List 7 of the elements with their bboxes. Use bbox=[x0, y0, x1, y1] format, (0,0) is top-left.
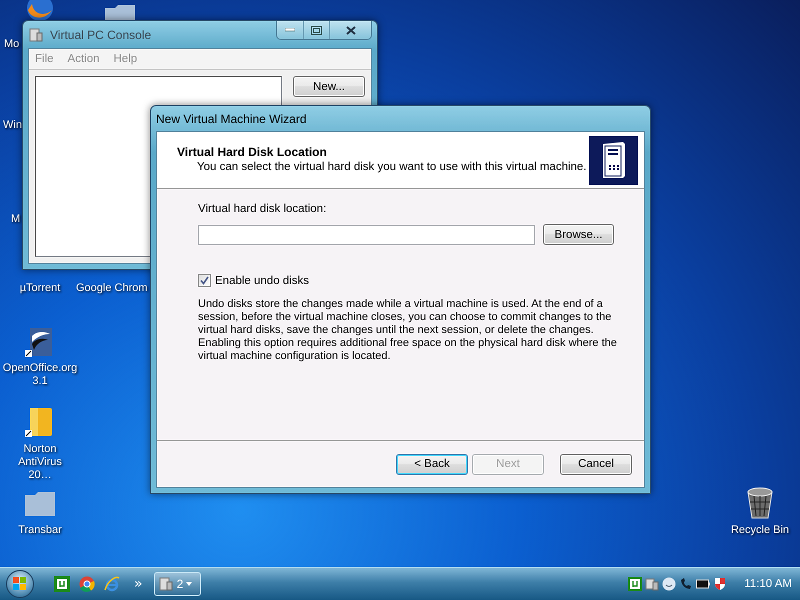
field-label: Virtual hard disk location: bbox=[198, 203, 328, 215]
window-title: New Virtual Machine Wizard bbox=[156, 112, 306, 126]
window-title: Virtual PC Console bbox=[50, 28, 152, 42]
checkbox-label: Enable undo disks bbox=[215, 274, 309, 286]
page-heading: Virtual Hard Disk Location bbox=[177, 145, 328, 159]
page-subheading: You can select the virtual hard disk you want to use with this virtual machine. bbox=[197, 161, 588, 173]
description-text: Undo disks store the changes made while a virtual machine is used. At the end of a session, before the virtual machine closes, you can choose to commit changes to the virtual hard disks, save the changes until the next session, or delete the changes. Enabling this option requires additional free space on the physical hard disk where the virtual machine configuration is located. bbox=[198, 298, 618, 363]
